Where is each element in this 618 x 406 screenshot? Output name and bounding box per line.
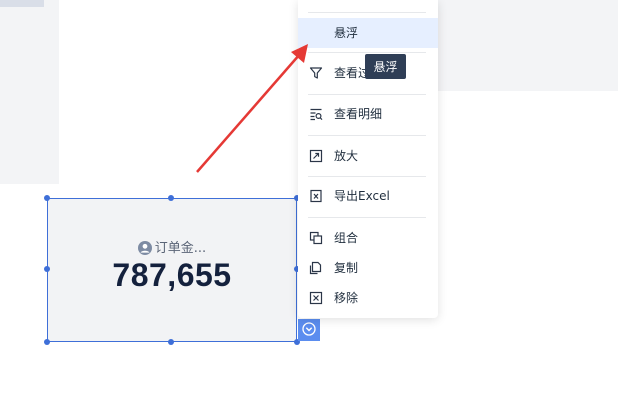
kpi-widget-title: 订单金...	[48, 237, 296, 259]
menu-divider	[308, 52, 426, 53]
menu-item-view-details[interactable]: 查看明细	[298, 99, 438, 129]
menu-divider	[308, 12, 426, 13]
kpi-widget-value: 787,655	[112, 257, 232, 293]
menu-item-group[interactable]: 组合	[298, 223, 438, 253]
kpi-widget[interactable]: 订单金... 787,655	[47, 198, 297, 342]
menu-item-remove[interactable]: 移除	[298, 283, 438, 313]
tooltip: 悬浮	[365, 54, 406, 79]
menu-item-hover[interactable]: 悬浮	[298, 18, 438, 48]
widget-menu-button[interactable]	[298, 319, 320, 341]
menu-item-label: 复制	[334, 261, 359, 275]
menu-item-copy[interactable]: 复制	[298, 253, 438, 283]
menu-item-enlarge[interactable]: 放大	[298, 141, 438, 171]
resize-handle-bottom-left[interactable]	[44, 339, 50, 345]
menu-divider	[308, 176, 426, 177]
expand-icon	[309, 149, 323, 163]
menu-divider	[308, 217, 426, 218]
group-icon	[309, 231, 323, 245]
menu-item-label: 悬浮	[334, 26, 359, 40]
menu-item-label: 组合	[334, 231, 359, 245]
menu-item-label: 导出Excel	[334, 189, 390, 203]
menu-item-label: 移除	[334, 291, 359, 305]
menu-divider	[308, 135, 426, 136]
filter-icon	[309, 66, 323, 80]
resize-handle-bottom[interactable]	[168, 339, 174, 345]
details-icon	[309, 107, 323, 121]
excel-icon	[309, 189, 323, 203]
menu-item-label: 查看明细	[334, 107, 383, 121]
menu-item-label: 放大	[334, 149, 359, 163]
resize-handle-top-left[interactable]	[44, 195, 50, 201]
resize-handle-left[interactable]	[44, 266, 50, 272]
resize-handle-top[interactable]	[168, 195, 174, 201]
background-panel-right	[437, 0, 618, 91]
kpi-widget-label: 订单金...	[154, 241, 207, 256]
remove-icon	[309, 291, 323, 305]
background-panel-strip	[0, 0, 44, 7]
menu-divider	[308, 94, 426, 95]
copy-icon	[309, 261, 323, 275]
chevron-down-circle-icon	[302, 321, 316, 340]
context-menu: 悬浮 查看过 查看明细 放大 导出Excel 组合 复制 移除	[298, 0, 438, 318]
background-panel-left	[0, 0, 59, 184]
menu-item-export-excel[interactable]: 导出Excel	[298, 181, 438, 211]
